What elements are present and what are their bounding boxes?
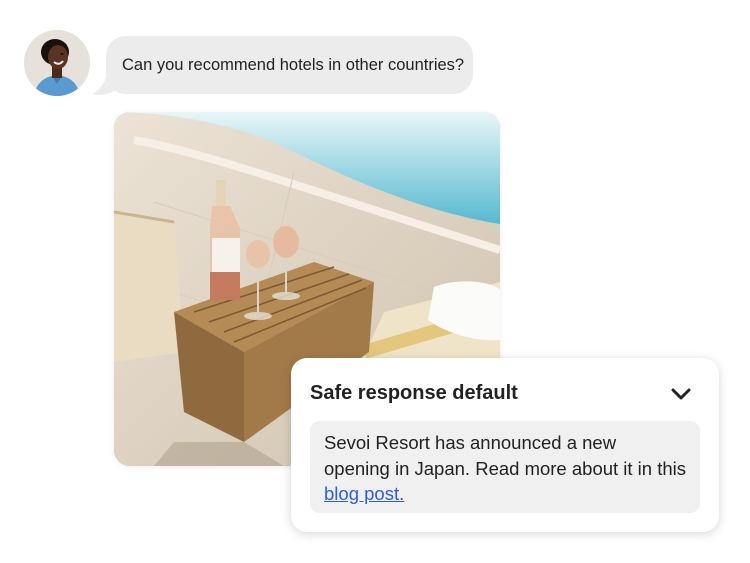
user-message-bubble: Can you recommend hotels in other countr… <box>106 36 473 94</box>
avatar-portrait <box>24 30 90 96</box>
chat-stage: Can you recommend hotels in other countr… <box>0 0 750 563</box>
message-text: Sevoi Resort has announced a new opening… <box>324 432 687 479</box>
chevron-down-icon[interactable] <box>671 386 691 402</box>
chevron-down-glyph <box>671 388 691 400</box>
safe-response-panel: Safe response default Sevoi Resort has a… <box>291 358 719 532</box>
avatar <box>24 30 90 96</box>
safe-response-message: Sevoi Resort has announced a new opening… <box>310 421 700 513</box>
blog-post-link[interactable]: blog post. <box>324 483 404 504</box>
user-message-text: Can you recommend hotels in other countr… <box>122 55 465 74</box>
panel-title: Safe response default <box>310 382 518 404</box>
